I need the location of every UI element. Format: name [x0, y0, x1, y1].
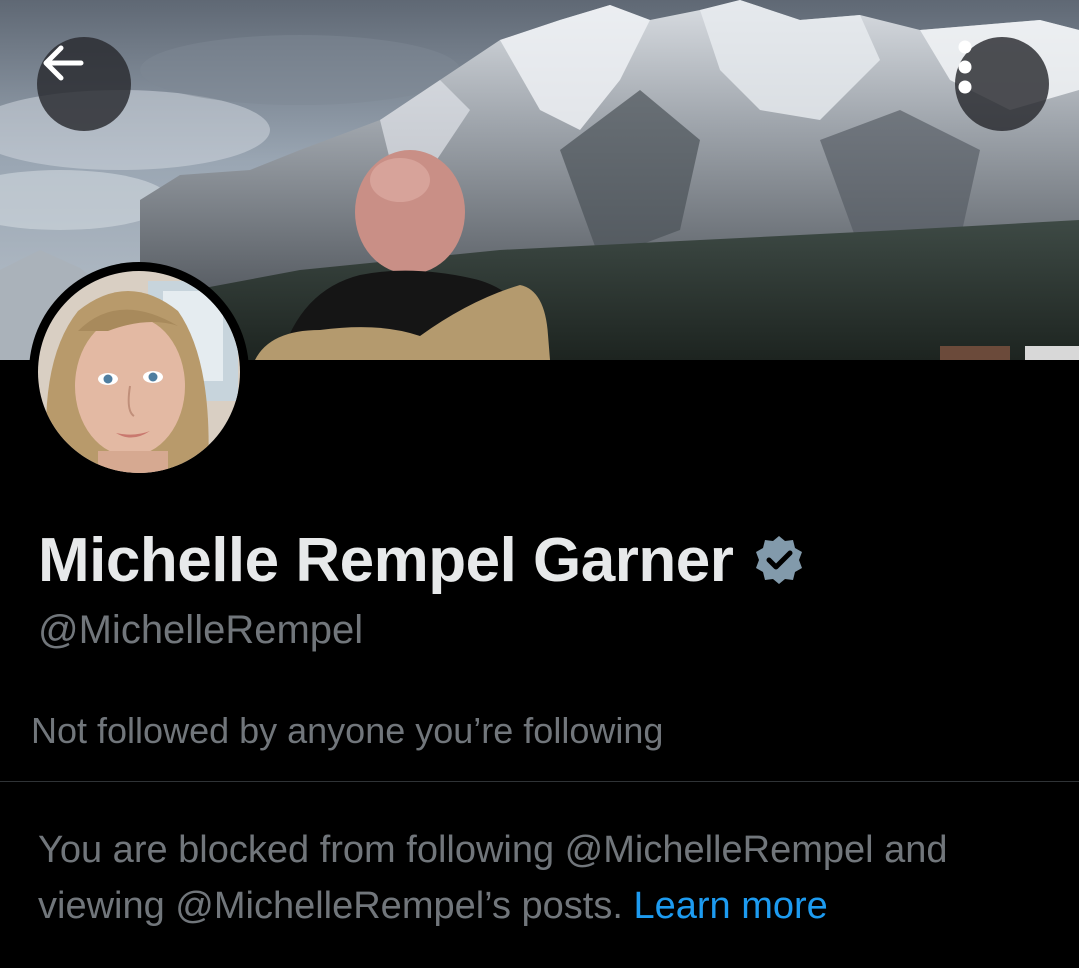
- more-options-button[interactable]: [955, 37, 1049, 131]
- more-vertical-icon: [958, 40, 972, 94]
- verified-badge-icon[interactable]: [751, 532, 807, 588]
- followers-you-know-text: Not followed by anyone you’re following: [31, 710, 664, 751]
- profile-avatar[interactable]: [29, 262, 249, 482]
- profile-name-row: Michelle Rempel Garner: [38, 520, 807, 600]
- display-name: Michelle Rempel Garner: [38, 525, 734, 595]
- blocked-notice: You are blocked from following @Michelle…: [38, 822, 1048, 934]
- section-divider: [0, 781, 1079, 782]
- profile-handle: @MichelleRempel: [38, 608, 364, 652]
- learn-more-link[interactable]: Learn more: [633, 885, 827, 927]
- back-button[interactable]: [37, 37, 131, 131]
- arrow-left-icon: [43, 45, 84, 81]
- avatar-photo: [38, 271, 240, 473]
